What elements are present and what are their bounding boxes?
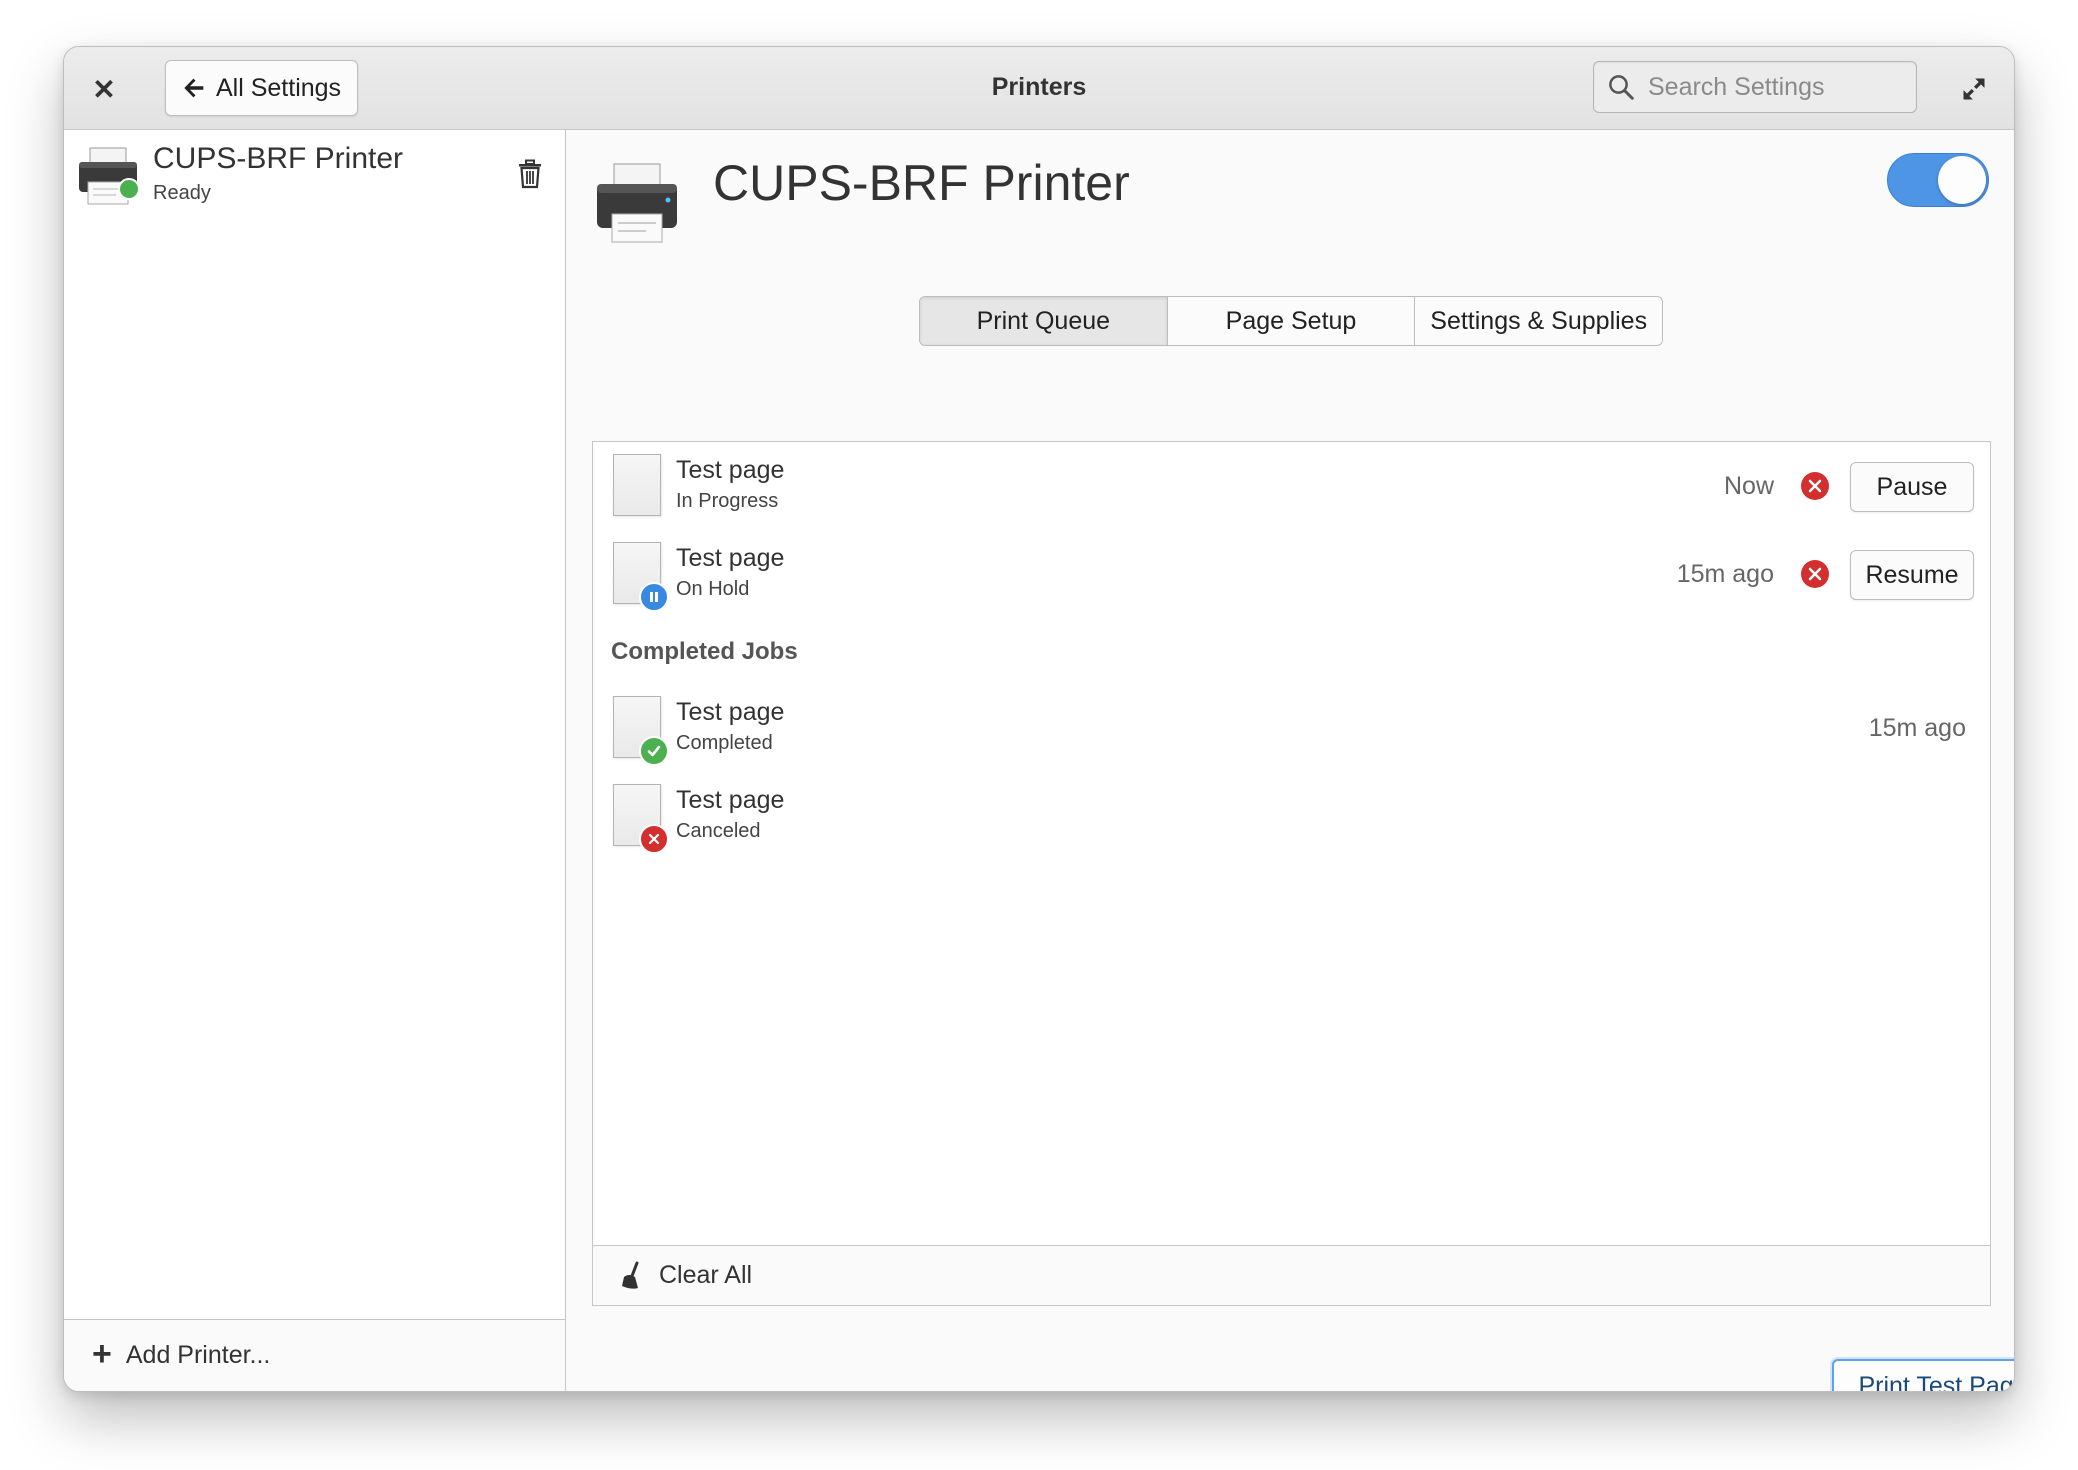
check-badge-icon bbox=[639, 736, 669, 766]
search-input[interactable] bbox=[1648, 72, 1898, 102]
document-icon bbox=[613, 542, 669, 612]
close-button[interactable]: ✕ bbox=[84, 69, 124, 109]
cancel-badge-icon bbox=[639, 824, 669, 854]
tab-page-setup[interactable]: Page Setup bbox=[1168, 297, 1416, 345]
sidebar-item-printer[interactable]: CUPS-BRF Printer Ready bbox=[64, 130, 565, 220]
job-time: Now bbox=[1723, 472, 1774, 500]
switch-knob bbox=[1938, 156, 1986, 204]
tab-settings-supplies[interactable]: Settings & Supplies bbox=[1415, 297, 1662, 345]
all-settings-button[interactable]: All Settings bbox=[165, 60, 358, 116]
search-field[interactable] bbox=[1593, 61, 1917, 113]
resume-button[interactable]: Resume bbox=[1850, 550, 1974, 600]
arrow-left-icon bbox=[184, 78, 204, 98]
job-status: In Progress bbox=[676, 490, 779, 512]
clear-all-button[interactable]: Clear All bbox=[593, 1245, 1990, 1305]
print-test-page-button[interactable]: Print Test Page bbox=[1832, 1359, 2014, 1391]
printer-status: Ready bbox=[153, 182, 211, 204]
job-title: Test page bbox=[676, 544, 785, 572]
printer-large-icon bbox=[597, 163, 677, 243]
print-queue-list: Test page In Progress Now Pause Test pag… bbox=[592, 441, 1991, 1306]
add-printer-label: Add Printer... bbox=[125, 1341, 271, 1369]
printer-enabled-switch[interactable] bbox=[1887, 153, 1989, 207]
job-title: Test page bbox=[676, 698, 785, 726]
remove-printer-button[interactable] bbox=[512, 156, 548, 192]
document-icon bbox=[613, 454, 661, 516]
job-row[interactable]: Test page Canceled bbox=[593, 772, 1990, 854]
printer-icon bbox=[79, 147, 140, 205]
maximize-icon bbox=[1963, 78, 1985, 100]
sidebar: CUPS-BRF Printer Ready + Add Printer... bbox=[64, 130, 566, 1391]
document-icon bbox=[613, 784, 669, 854]
printer-name: CUPS-BRF Printer bbox=[153, 142, 404, 175]
job-title: Test page bbox=[676, 456, 785, 484]
completed-jobs-heading: Completed Jobs bbox=[611, 638, 798, 665]
close-icon: ✕ bbox=[92, 73, 116, 105]
cancel-job-icon[interactable] bbox=[1801, 560, 1829, 588]
job-status: Canceled bbox=[676, 820, 761, 842]
cancel-job-icon[interactable] bbox=[1801, 472, 1829, 500]
job-time: 15m ago bbox=[1868, 714, 1966, 742]
maximize-button[interactable] bbox=[1954, 69, 1994, 109]
plus-icon: + bbox=[92, 1334, 112, 1373]
tab-print-queue[interactable]: Print Queue bbox=[920, 297, 1168, 345]
header-bar: ✕ All Settings Printers bbox=[64, 47, 2014, 130]
clear-all-label: Clear All bbox=[659, 1261, 753, 1289]
broom-icon bbox=[622, 1261, 639, 1289]
document-icon bbox=[613, 696, 669, 766]
all-settings-label: All Settings bbox=[216, 73, 342, 102]
job-status: Completed bbox=[676, 732, 773, 754]
job-row[interactable]: Test page In Progress Now Pause bbox=[593, 442, 1990, 522]
search-icon bbox=[1609, 75, 1634, 100]
job-row[interactable]: Test page Completed 15m ago bbox=[593, 684, 1990, 766]
settings-window: ✕ All Settings Printers Search Settings … bbox=[63, 46, 2015, 1392]
job-time: 15m ago bbox=[1676, 560, 1774, 588]
job-row[interactable]: Test page On Hold 15m ago Resume bbox=[593, 530, 1990, 612]
trash-icon bbox=[519, 159, 541, 189]
job-title: Test page bbox=[676, 786, 785, 814]
printer-title: CUPS-BRF Printer bbox=[713, 155, 1130, 211]
printer-detail: CUPS-BRF Printer Print Queue Page Setup … bbox=[567, 130, 2014, 1391]
pause-button[interactable]: Pause bbox=[1850, 462, 1974, 512]
pause-badge-icon bbox=[639, 582, 669, 612]
job-status: On Hold bbox=[676, 578, 750, 600]
add-printer-button[interactable]: + Add Printer... bbox=[64, 1319, 565, 1391]
tab-bar: Print Queue Page Setup Settings & Suppli… bbox=[919, 296, 1663, 346]
